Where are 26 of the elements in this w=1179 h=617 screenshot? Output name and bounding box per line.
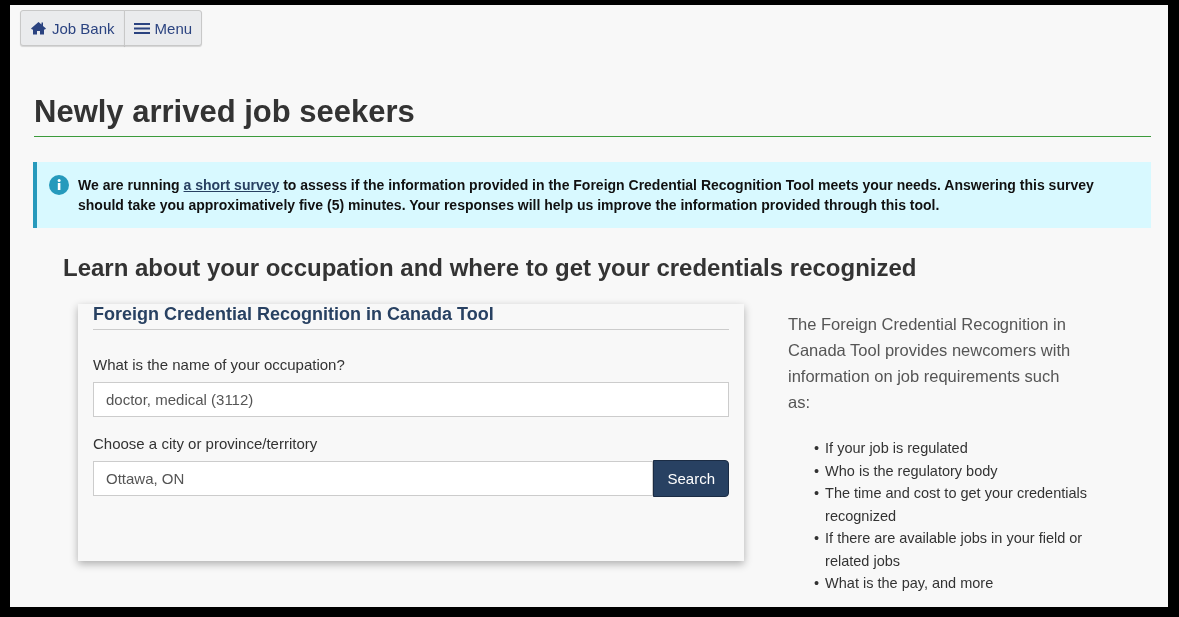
job-bank-button[interactable]: Job Bank: [20, 10, 125, 46]
bullet: •: [814, 439, 820, 458]
field-label: What is the name of your occupation?: [93, 356, 346, 373]
card-heading: Foreign Credential Recognition in Canada Tool: [93, 304, 729, 330]
feature-item: If there are available jobs in your field or related jobs: [825, 529, 1084, 571]
survey-link[interactable]: a short survey: [183, 177, 280, 193]
feature-item: The time and cost to get your credentials recognized: [825, 484, 1089, 526]
feature-item: If your job is regulated: [825, 439, 969, 458]
feature-item: What is the pay, and more: [825, 574, 995, 593]
location-field[interactable]: Ottawa, ON: [93, 461, 654, 496]
field-label: Choose a city or province/territory: [93, 435, 319, 452]
description-text: The Foreign Credential Recognition in Canada Tool provides newcomers with information on job requirements such as:: [788, 314, 1072, 413]
search-button[interactable]: Search: [653, 460, 729, 497]
section-heading: Learn about your occupation and where to get your credentials recognized: [63, 254, 918, 282]
bullet: •: [814, 484, 820, 503]
menu-icon: [133, 21, 150, 35]
alert-text: We are running a short survey to assess if the information provided in the Foreign Credential Recognition Tool meets your needs. Answering this survey should take you approximatively five (5) minutes. Your responses will help us improve the information provided through this tool.: [78, 176, 1095, 215]
menu-button[interactable]: Menu: [123, 10, 203, 46]
page-title: Newly arrived job seekers: [34, 94, 1151, 137]
occupation-field[interactable]: doctor, medical (3112): [93, 382, 729, 417]
bullet: •: [814, 574, 820, 593]
feature-item: Who is the regulatory body: [825, 461, 999, 481]
bullet: •: [814, 529, 820, 548]
info-icon: [49, 175, 69, 195]
home-icon: [30, 21, 47, 35]
bullet: •: [814, 461, 820, 481]
